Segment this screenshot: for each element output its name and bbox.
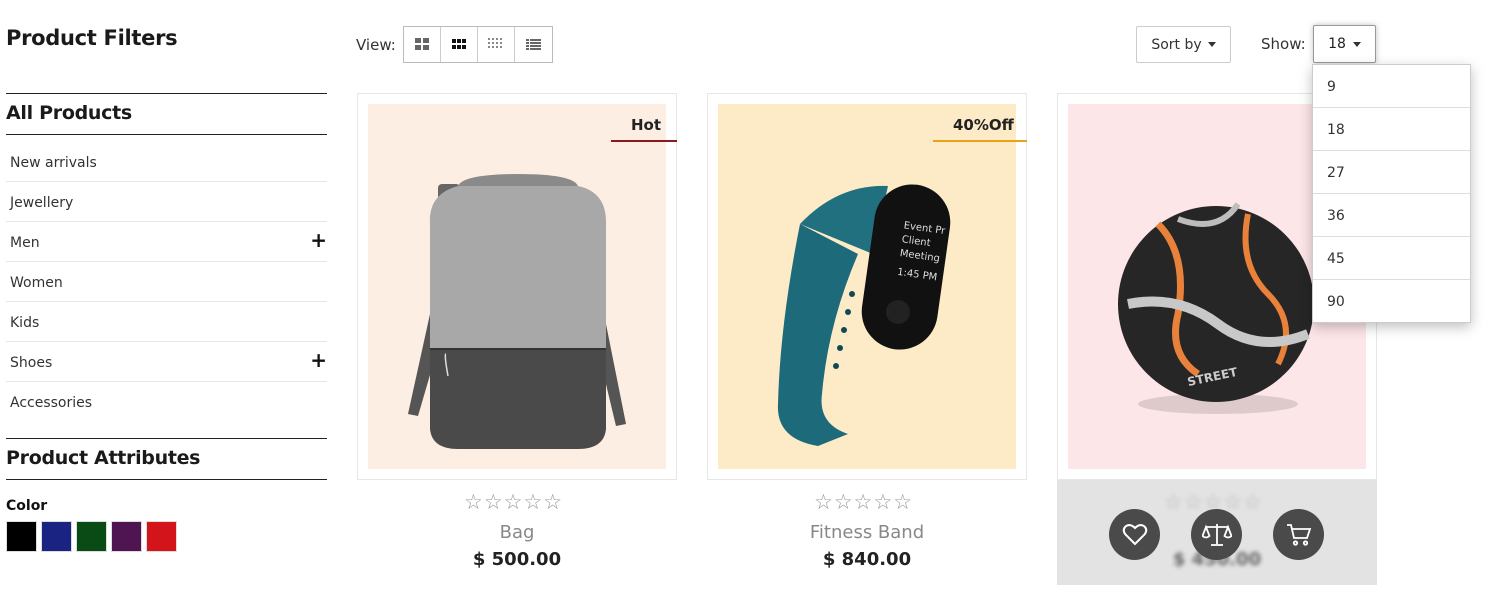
caret-down-icon [1207,42,1216,47]
add-to-cart-button[interactable] [1273,509,1324,560]
show-count-value: 18 [1328,36,1346,52]
view-list-button[interactable] [515,27,552,62]
color-swatch-red[interactable] [146,521,177,552]
sort-by-label: Sort by [1151,36,1202,53]
product-badge: Hot [631,116,662,134]
sidebar-item-kids[interactable]: Kids [6,302,327,342]
compare-icon [1201,523,1232,546]
product-attributes-heading: Product Attributes [6,438,327,480]
list-icon [525,38,541,50]
all-products-label: All Products [6,102,132,124]
product-card[interactable]: Event Pr Client Meeting 1:45 PM 40%Off [707,93,1027,480]
product-badge: 40%Off [953,116,1014,134]
grid-2-icon [414,38,429,50]
sidebar-item-accessories[interactable]: Accessories [6,382,327,422]
color-filter-label: Color [6,498,48,514]
show-label: Show: [1261,35,1306,53]
badge-underline [933,140,1027,142]
color-swatches [6,521,177,552]
dropdown-option[interactable]: 27 [1313,151,1470,194]
fitness-band-image: Event Pr Client Meeting 1:45 PM [777,184,951,446]
color-swatch-green[interactable] [76,521,107,552]
view-grid-3-button[interactable] [441,27,478,62]
wishlist-button[interactable] [1109,509,1160,560]
dropdown-option[interactable]: 9 [1313,65,1470,108]
sidebar-item-new-arrivals[interactable]: New arrivals [6,142,327,182]
sidebar-item-men[interactable]: Men + [6,222,327,262]
backpack-image [408,174,626,449]
rating-stars[interactable]: ☆☆☆☆☆ [814,490,913,514]
caret-down-icon [1352,41,1361,47]
category-label: Men [10,235,40,251]
color-swatch-black[interactable] [6,521,37,552]
all-products-heading[interactable]: All Products [6,93,327,135]
color-swatch-blue[interactable] [41,521,72,552]
cart-icon [1286,523,1311,546]
show-count-select[interactable]: 18 [1313,25,1376,63]
product-price: $ 500.00 [472,549,562,570]
product-price: $ 840.00 [822,549,912,570]
rating-stars[interactable]: ☆☆☆☆☆ [464,490,563,514]
product-attributes-label: Product Attributes [6,447,201,469]
dropdown-option[interactable]: 90 [1313,280,1470,322]
dropdown-option[interactable]: 18 [1313,108,1470,151]
sort-by-button[interactable]: Sort by [1136,26,1231,63]
category-list: New arrivals Jewellery Men + Women Kids S… [6,142,327,422]
sidebar-title: Product Filters [6,26,178,50]
product-image[interactable]: Event Pr Client Meeting 1:45 PM [718,104,1016,469]
sidebar-item-shoes[interactable]: Shoes + [6,342,327,382]
color-swatch-purple[interactable] [111,521,142,552]
expand-plus-icon[interactable]: + [310,350,327,370]
product-name[interactable]: Fitness Band [707,522,1027,543]
badge-underline [611,140,677,142]
expand-plus-icon[interactable]: + [310,230,327,250]
category-label: Accessories [10,395,93,411]
grid-3-icon [451,39,466,49]
product-image[interactable] [368,104,666,469]
heart-icon [1122,523,1147,545]
dropdown-option[interactable]: 36 [1313,194,1470,237]
sidebar-item-women[interactable]: Women [6,262,327,302]
view-grid-2-button[interactable] [404,27,441,62]
dropdown-option[interactable]: 45 [1313,237,1470,280]
category-label: New arrivals [10,155,97,171]
product-name[interactable]: Bag [357,522,677,543]
view-mode-group [403,26,553,63]
category-label: Women [10,275,63,291]
compare-button[interactable] [1191,509,1242,560]
product-hover-panel: ☆☆☆☆☆ $ 450.00 [1057,480,1377,585]
category-label: Kids [10,315,40,331]
view-label: View: [356,36,396,54]
view-grid-4-button[interactable] [478,27,515,62]
show-count-dropdown: 9 18 27 36 45 90 [1312,64,1471,323]
sidebar-item-jewellery[interactable]: Jewellery [6,182,327,222]
grid-4-icon [488,38,502,48]
category-label: Shoes [10,355,53,371]
product-card[interactable]: Hot [357,93,677,480]
category-label: Jewellery [10,195,74,211]
